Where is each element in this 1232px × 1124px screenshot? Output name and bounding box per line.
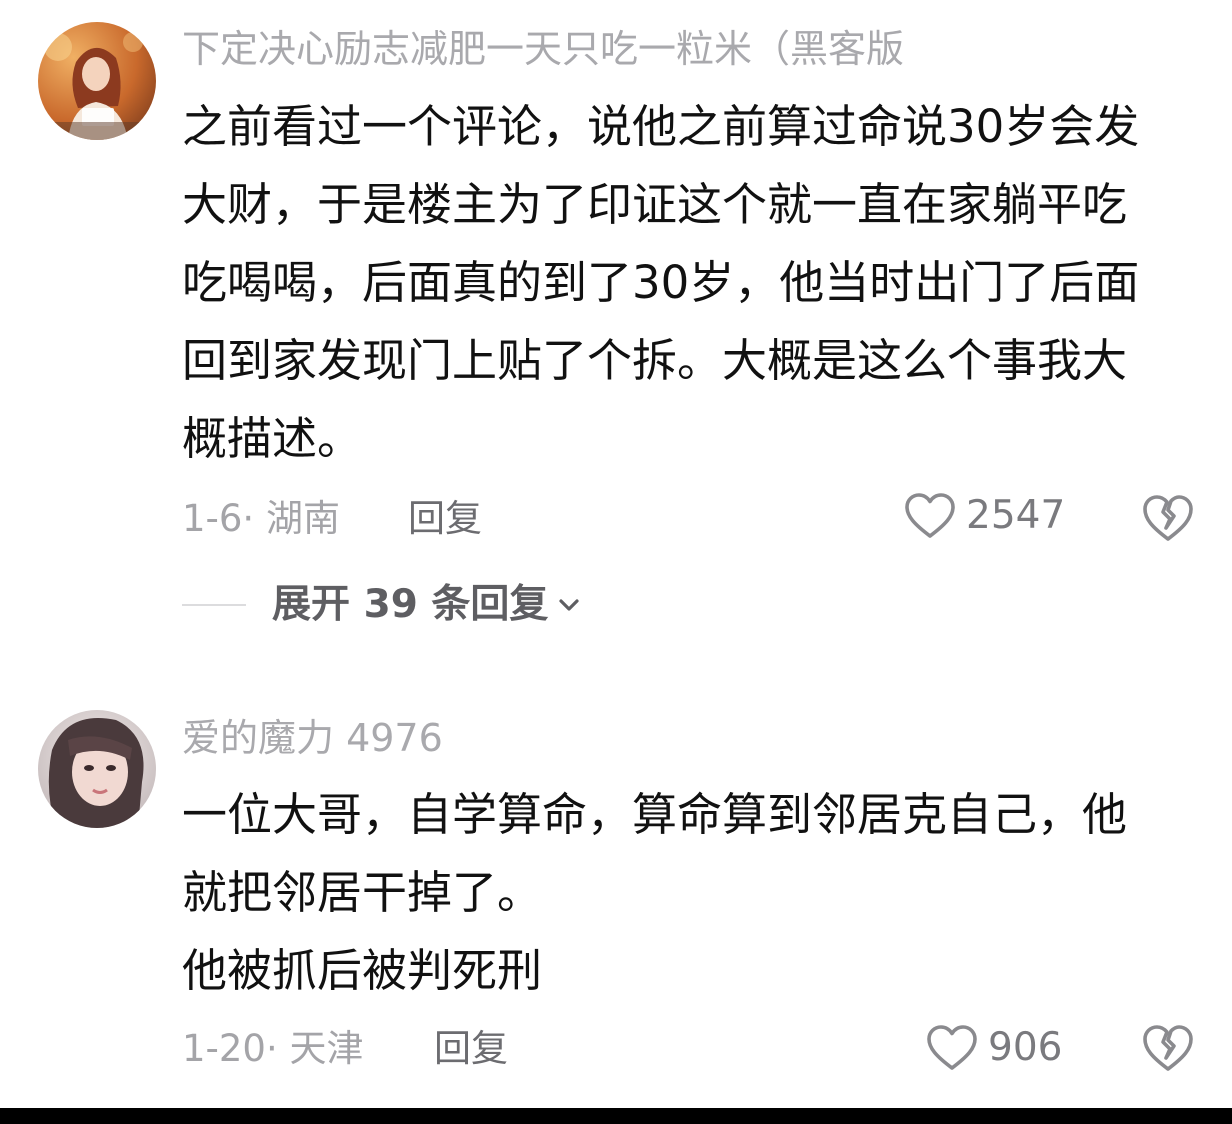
user-avatar-woman-portrait [38, 710, 156, 828]
avatar[interactable] [38, 22, 156, 140]
expand-replies-button[interactable]: 展开 39 条回复 [182, 582, 584, 628]
comment-list: 下定决心励志减肥一天只吃一粒米（黑客版 之前看过一个评论，说他之前算过命说30岁… [0, 0, 1232, 1124]
comment-line: 回到家发现门上贴了个拆。大概是这么个事我大 [182, 334, 1128, 387]
comment-line: 吃喝喝，后面真的到了30岁，他当时出门了后面 [182, 256, 1140, 309]
comment-date-location: 1-6· 湖南 [182, 497, 340, 540]
user-avatar-woman-reading [38, 22, 156, 140]
comment-line: 就把邻居干掉了。 [182, 866, 543, 919]
like-button[interactable]: 906 [926, 1024, 1062, 1072]
like-count: 2547 [966, 493, 1066, 538]
heart-outline-icon [905, 493, 955, 538]
avatar[interactable] [38, 710, 156, 828]
username[interactable]: 爱的魔力 4976 [182, 715, 1002, 761]
reply-button[interactable]: 回复 [434, 1026, 508, 1072]
dislike-button[interactable] [1142, 492, 1194, 544]
comment-line: 他被抓后被判死刑 [182, 944, 543, 997]
bottom-edge-bar [0, 1108, 1232, 1124]
broken-heart-icon [1143, 1025, 1193, 1071]
comment-date-location: 1-20· 天津 [182, 1027, 364, 1070]
divider [182, 604, 246, 606]
comment-line: 之前看过一个评论，说他之前算过命说30岁会发 [182, 100, 1140, 153]
comment-line: 一位大哥，自学算命，算命算到邻居克自己，他 [182, 788, 1128, 841]
username[interactable]: 下定决心励志减肥一天只吃一粒米（黑客版 [182, 26, 1002, 72]
expand-replies-label: 展开 39 条回复 [272, 582, 549, 627]
like-button[interactable]: 2547 [904, 492, 1065, 540]
broken-heart-icon [1143, 495, 1193, 541]
comment-line: 概描述。 [182, 412, 363, 465]
comment-text: 之前看过一个评论，说他之前算过命说30岁会发 大财，于是楼主为了印证这个就一直在… [182, 88, 1192, 478]
reply-button[interactable]: 回复 [408, 496, 482, 542]
chevron-down-icon [559, 599, 580, 611]
like-count: 906 [988, 1025, 1063, 1070]
comment-text: 一位大哥，自学算命，算命算到邻居克自己，他 就把邻居干掉了。 他被抓后被判死刑 [182, 776, 1192, 1010]
comment-line: 大财，于是楼主为了印证这个就一直在家躺平吃 [182, 178, 1128, 231]
heart-outline-icon [927, 1025, 977, 1070]
dislike-button[interactable] [1142, 1022, 1194, 1074]
